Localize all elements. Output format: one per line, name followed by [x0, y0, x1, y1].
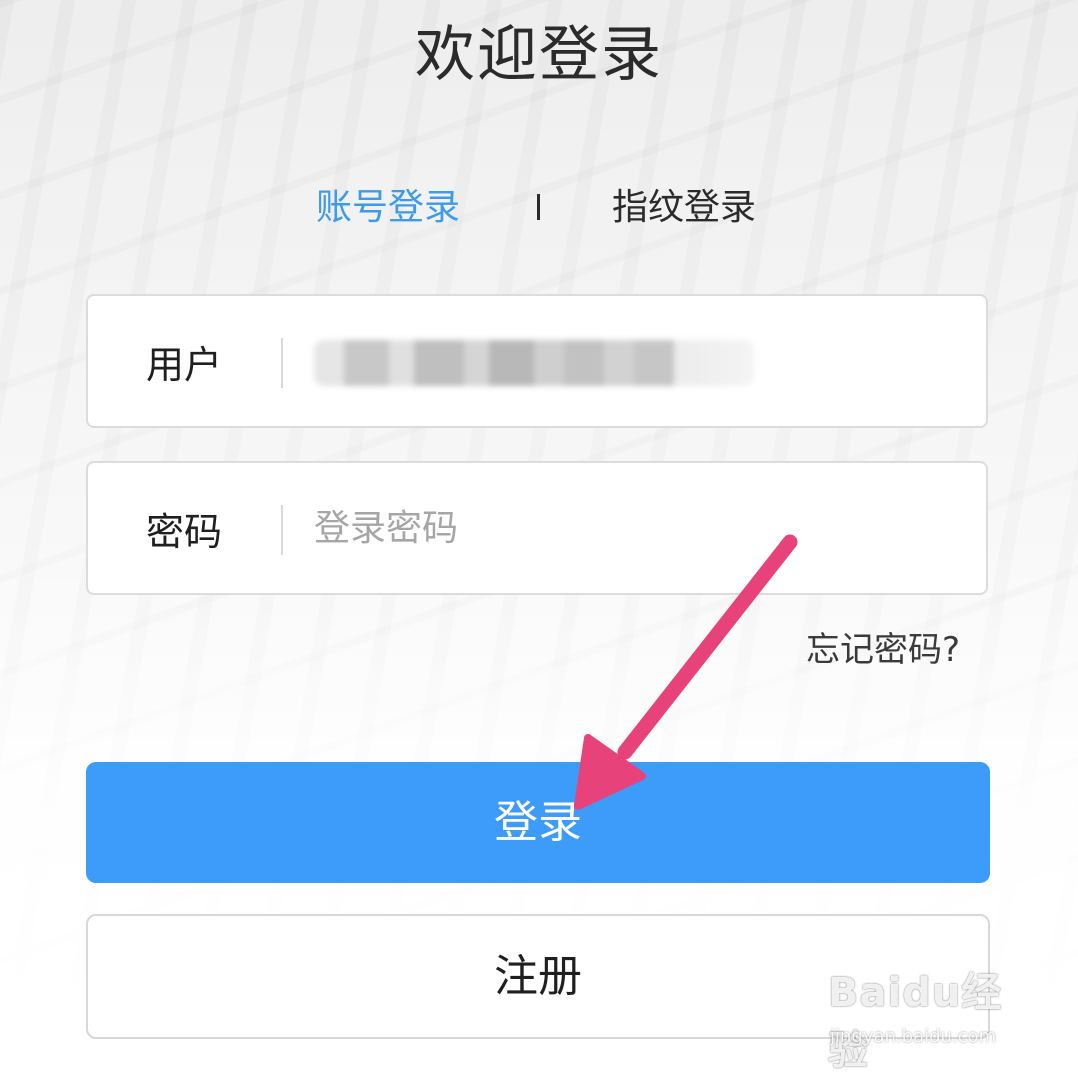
login-button[interactable]: 登录: [86, 762, 990, 883]
password-label: 密码: [146, 510, 223, 554]
password-field[interactable]: 密码: [86, 461, 988, 595]
tab-fingerprint-login[interactable]: 指纹登录: [612, 178, 756, 230]
forgot-password-link[interactable]: 忘记密码?: [806, 622, 960, 671]
login-mode-tabs: 账号登录 指纹登录: [0, 178, 1078, 230]
password-input[interactable]: [314, 493, 934, 563]
watermark-url: jingyan.baidu.com: [830, 1026, 997, 1047]
page-title: 欢迎登录: [415, 20, 663, 90]
tab-account-login[interactable]: 账号登录: [316, 178, 460, 230]
tab-divider: [537, 194, 540, 220]
field-divider: [281, 338, 283, 388]
username-label: 用户: [146, 343, 223, 387]
baidu-jingyan-watermark: Baidu经验 jingyan.baidu.com: [828, 960, 1028, 1074]
username-field[interactable]: 用户: [86, 294, 988, 428]
field-divider: [281, 505, 283, 555]
watermark-logo: Baidu经验: [828, 970, 1003, 1074]
username-value-blurred[interactable]: [314, 340, 754, 386]
